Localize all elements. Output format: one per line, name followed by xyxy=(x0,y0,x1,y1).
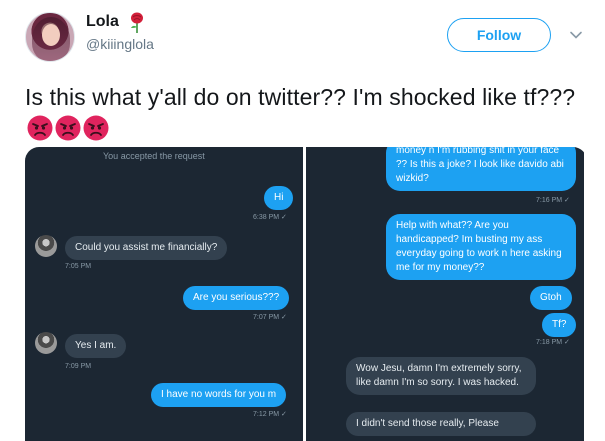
author-avatar[interactable] xyxy=(25,12,75,62)
follow-button[interactable]: Follow xyxy=(447,18,551,52)
rose-icon xyxy=(131,12,143,33)
message-time: 7:18 PM ✓ xyxy=(536,339,570,346)
message-bubble: Wow Jesu, damn I'm extremely sorry, like… xyxy=(346,357,536,395)
dm-screenshot-left[interactable]: You accepted the request Hi 6:38 PM ✓ Co… xyxy=(25,147,303,441)
message-bubble: Help with what?? Are you handicapped? Im… xyxy=(386,214,576,280)
message-bubble: Tf? xyxy=(542,313,577,337)
tweet-media[interactable]: You accepted the request Hi 6:38 PM ✓ Co… xyxy=(25,147,587,441)
author-handle[interactable]: @kiiinglola xyxy=(86,36,154,52)
angry-face-icon xyxy=(83,115,109,141)
message-time: 7:12 PM ✓ xyxy=(253,411,287,418)
message-time: 6:38 PM ✓ xyxy=(253,214,287,221)
tweet-text: Is this what y'all do on twitter?? I'm s… xyxy=(25,82,585,142)
tweet-body: Is this what y'all do on twitter?? I'm s… xyxy=(25,84,576,110)
contact-avatar xyxy=(35,332,57,354)
message-time: 7:07 PM ✓ xyxy=(253,314,287,321)
message-bubble: Could you assist me financially? xyxy=(65,236,228,260)
chevron-down-icon[interactable] xyxy=(569,28,583,42)
message-bubble: money n I'm rubbing shit in your face ??… xyxy=(386,147,576,191)
author-name[interactable]: Lola xyxy=(86,13,119,31)
message-bubble: Are you serious??? xyxy=(183,286,290,310)
angry-face-icon xyxy=(55,115,81,141)
message-bubble: Hi xyxy=(264,186,294,210)
contact-avatar xyxy=(35,235,57,257)
message-time: 7:16 PM ✓ xyxy=(536,197,570,204)
avatar-face xyxy=(42,24,60,46)
message-time: 7:09 PM xyxy=(65,363,92,370)
message-bubble: Gtoh xyxy=(530,286,572,310)
message-time: 7:05 PM xyxy=(65,263,92,270)
message-bubble: I have no words for you m xyxy=(151,383,287,407)
message-bubble: I didn't send those really, Please xyxy=(346,412,536,436)
system-message: You accepted the request xyxy=(103,151,205,161)
angry-face-icon xyxy=(27,115,53,141)
dm-screenshot-right[interactable]: money n I'm rubbing shit in your face ??… xyxy=(306,147,584,441)
message-bubble: Yes I am. xyxy=(65,334,127,358)
